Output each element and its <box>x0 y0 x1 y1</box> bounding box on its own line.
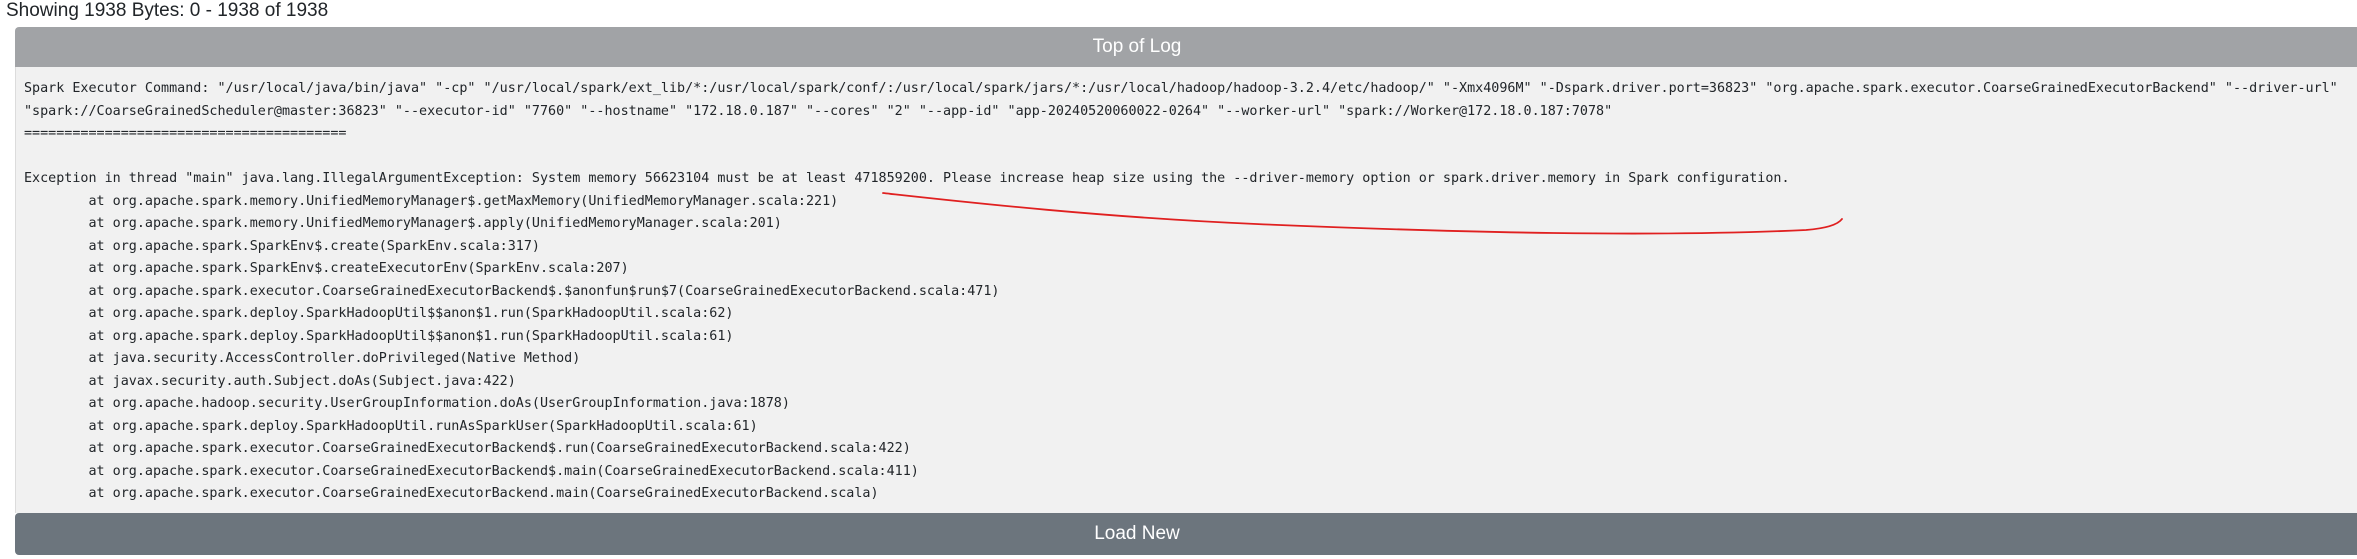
log-line: "spark://CoarseGrainedScheduler@master:3… <box>24 103 1613 119</box>
top-of-log-button[interactable]: Top of Log <box>15 27 2357 67</box>
log-line: at org.apache.spark.executor.CoarseGrain… <box>24 283 1000 299</box>
log-line: at org.apache.spark.executor.CoarseGrain… <box>24 441 911 456</box>
log-line: at org.apache.spark.executor.CoarseGrain… <box>24 463 919 479</box>
log-line: at org.apache.spark.memory.UnifiedMemory… <box>24 193 839 209</box>
log-line: at org.apache.spark.memory.UnifiedMemory… <box>24 216 782 231</box>
log-line: at java.security.AccessController.doPriv… <box>24 351 581 366</box>
log-line: at org.apache.spark.deploy.SparkHadoopUt… <box>24 418 758 434</box>
log-line: at org.apache.spark.executor.CoarseGrain… <box>24 486 879 501</box>
load-new-label: Load New <box>1094 523 1180 544</box>
log-line: at javax.security.auth.Subject.doAs(Subj… <box>24 373 516 389</box>
load-new-button[interactable]: Load New <box>15 513 2357 555</box>
log-line: Exception in thread "main" java.lang.Ill… <box>24 171 1790 186</box>
log-line: ======================================== <box>24 126 347 141</box>
log-text: Spark Executor Command: "/usr/local/java… <box>24 78 2338 506</box>
log-viewer-page: Showing 1938 Bytes: 0 - 1938 of 1938 Top… <box>0 0 2357 559</box>
log-line: at org.apache.spark.SparkEnv$.createExec… <box>24 261 629 276</box>
log-panel: Top of Log Spark Executor Command: "/usr… <box>15 27 2357 555</box>
log-line: at org.apache.spark.deploy.SparkHadoopUt… <box>24 328 734 344</box>
byte-range-status: Showing 1938 Bytes: 0 - 1938 of 1938 <box>6 0 329 21</box>
log-line: Spark Executor Command: "/usr/local/java… <box>24 81 2338 96</box>
log-content-area[interactable]: Spark Executor Command: "/usr/local/java… <box>15 67 2357 513</box>
top-of-log-label: Top of Log <box>1092 36 1182 57</box>
log-line: at org.apache.spark.SparkEnv$.create(Spa… <box>24 238 540 254</box>
log-line: at org.apache.hadoop.security.UserGroupI… <box>24 396 790 411</box>
log-line: at org.apache.spark.deploy.SparkHadoopUt… <box>24 306 734 321</box>
